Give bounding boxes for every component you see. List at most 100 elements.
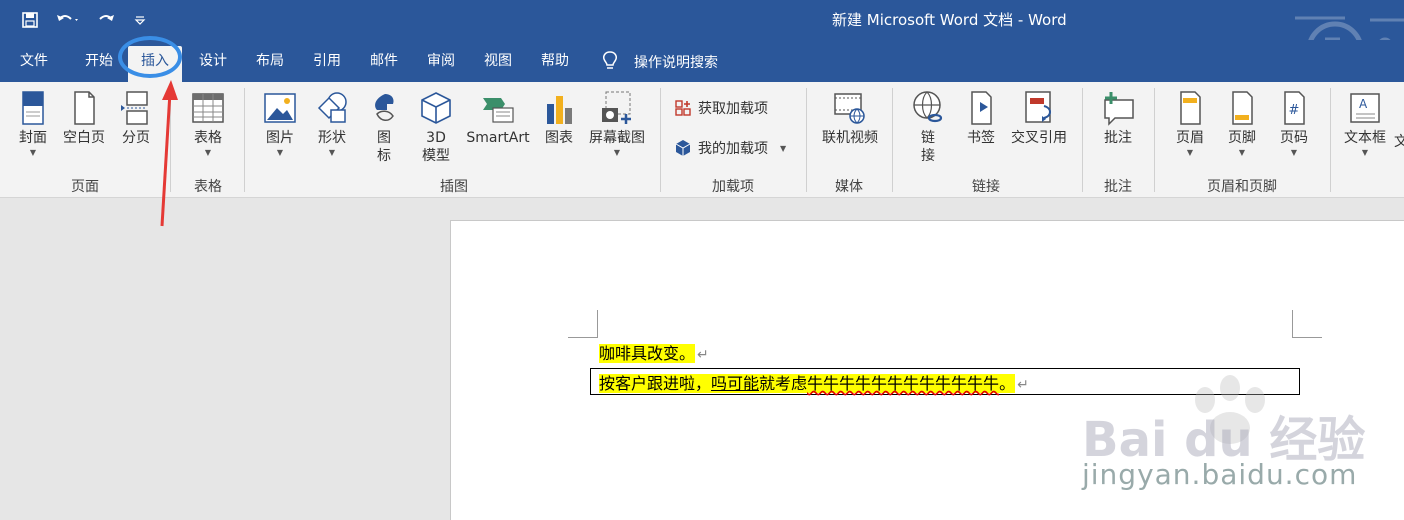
shapes-icon [317,92,347,123]
save-button[interactable] [18,8,42,32]
save-icon [22,12,38,28]
group-label-pages: 页面 [71,179,99,195]
chevron-down-icon: ▼ [613,148,621,157]
cover-page-button[interactable]: 封面 ▼ [12,90,54,159]
group-separator [1330,88,1331,192]
chevron-down-icon: ▼ [204,148,212,157]
cross-reference-button[interactable]: 交叉引用 [1006,90,1072,147]
text-box-button[interactable]: A 文本框 ▼ [1340,90,1390,159]
group-label-links: 链接 [972,179,1000,195]
3d-models-button[interactable]: 3D 模型 [414,90,458,165]
undo-icon [57,15,78,21]
redo-icon [99,15,114,21]
group-separator [660,88,661,192]
tab-help[interactable]: 帮助 [534,50,576,74]
table-icon [192,93,224,123]
screenshot-icon [602,91,631,124]
tab-mailings[interactable]: 邮件 [363,50,405,74]
redo-button[interactable] [94,8,118,32]
link-button[interactable]: 链 接 [906,90,950,165]
icons-button[interactable]: 图 标 [362,90,406,165]
blank-page-icon [74,91,95,125]
footer-icon [1232,91,1253,125]
get-addins-button[interactable]: 获取加载项 [674,98,768,118]
group-separator [1082,88,1083,192]
chevron-down-icon: ▼ [780,143,787,153]
group-label-media: 媒体 [835,179,863,195]
chevron-down-icon: ▼ [1290,148,1298,157]
annotation-arrow-icon [160,80,178,227]
highlight-ellipse [118,36,182,78]
chevron-down-icon: ▼ [328,148,336,157]
text-group-truncated: 文 [1394,134,1404,150]
svg-text:A: A [1359,97,1368,111]
chevron-down-icon: ▼ [1186,148,1194,157]
tab-references[interactable]: 引用 [306,50,348,74]
chevron-down-icon: ▼ [276,148,284,157]
group-label-illustrations: 插图 [440,179,468,195]
cube-icon [421,92,451,124]
blank-page-button[interactable]: 空白页 [58,90,110,147]
group-separator [892,88,893,192]
watermark-url: jingyan.baidu.com [1082,458,1358,491]
chevron-down-icon: ▼ [1361,148,1369,157]
picture-icon [264,93,296,123]
quick-access-toolbar [18,8,152,32]
tab-home[interactable]: 开始 [78,50,120,74]
header-button[interactable]: 页眉 ▼ [1168,90,1212,159]
chevron-down-icon [134,16,146,25]
bookmark-button[interactable]: 书签 [960,90,1002,147]
icons-icon [375,94,394,121]
group-label-header-footer: 页眉和页脚 [1207,179,1277,195]
svg-text:#: # [1289,103,1300,118]
ribbon-insert: 封面 ▼ 空白页 分页 页面 表格 ▼ 表格 图片 ▼ 形状 ▼ 图 标 3D … [0,82,1404,198]
paragraph-mark: ↵ [1017,377,1029,393]
title-bar: 新建 Microsoft Word 文档 - Word [0,0,1404,40]
text-box-icon: A [1350,93,1380,123]
cross-reference-icon [1025,91,1051,123]
tell-me-search[interactable]: 操作说明搜索 [634,52,718,72]
online-video-icon [834,93,865,124]
addin-cube-icon [675,140,691,156]
document-paragraph-1[interactable]: 咖啡具改变。 ↵ [599,340,709,364]
tab-design[interactable]: 设计 [192,50,234,74]
chevron-down-icon: ▼ [29,148,37,157]
bar-chart-icon [547,96,572,124]
group-separator [806,88,807,192]
tab-review[interactable]: 审阅 [420,50,462,74]
shapes-button[interactable]: 形状 ▼ [310,90,354,159]
group-separator [1154,88,1155,192]
picture-button[interactable]: 图片 ▼ [258,90,302,159]
tab-view[interactable]: 视图 [477,50,519,74]
smartart-button[interactable]: SmartArt [462,90,534,147]
tab-file[interactable]: 文件 [14,50,54,74]
footer-button[interactable]: 页脚 ▼ [1220,90,1264,159]
group-label-comments: 批注 [1104,179,1132,195]
group-label-table: 表格 [194,179,222,195]
window-title: 新建 Microsoft Word 文档 - Word [832,11,1067,29]
add-store-icon [675,100,691,116]
chevron-down-icon: ▼ [1238,148,1246,157]
customize-qat-button[interactable] [128,8,152,32]
group-separator [244,88,245,192]
margin-corner-right [1292,310,1322,338]
table-button[interactable]: 表格 ▼ [184,90,232,159]
ribbon-tab-bar: 文件 开始 插入 设计 布局 引用 邮件 审阅 视图 帮助 操作说明搜索 [0,40,1404,82]
undo-button[interactable] [52,8,84,32]
lightbulb-icon [603,51,617,69]
online-video-button[interactable]: 联机视频 [818,90,882,147]
chart-button[interactable]: 图表 [538,90,580,147]
smartart-icon [483,98,514,123]
cover-page-icon [22,91,44,125]
paragraph-mark: ↵ [697,347,709,363]
margin-corner-left [568,310,598,338]
bookmark-icon [971,91,992,125]
new-comment-button[interactable]: 批注 [1094,90,1142,147]
document-paragraph-2[interactable]: 按客户跟进啦，吗可能就考虑牛牛牛牛牛牛牛牛牛牛牛牛。 ↵ [599,370,1029,394]
group-label-addins: 加载项 [712,179,754,195]
tab-layout[interactable]: 布局 [249,50,291,74]
page-number-button[interactable]: # 页码 ▼ [1272,90,1316,159]
my-addins-button[interactable]: 我的加载项 ▼ [674,138,786,158]
screenshot-button[interactable]: 屏幕截图 ▼ [584,90,650,159]
header-icon [1180,91,1201,125]
